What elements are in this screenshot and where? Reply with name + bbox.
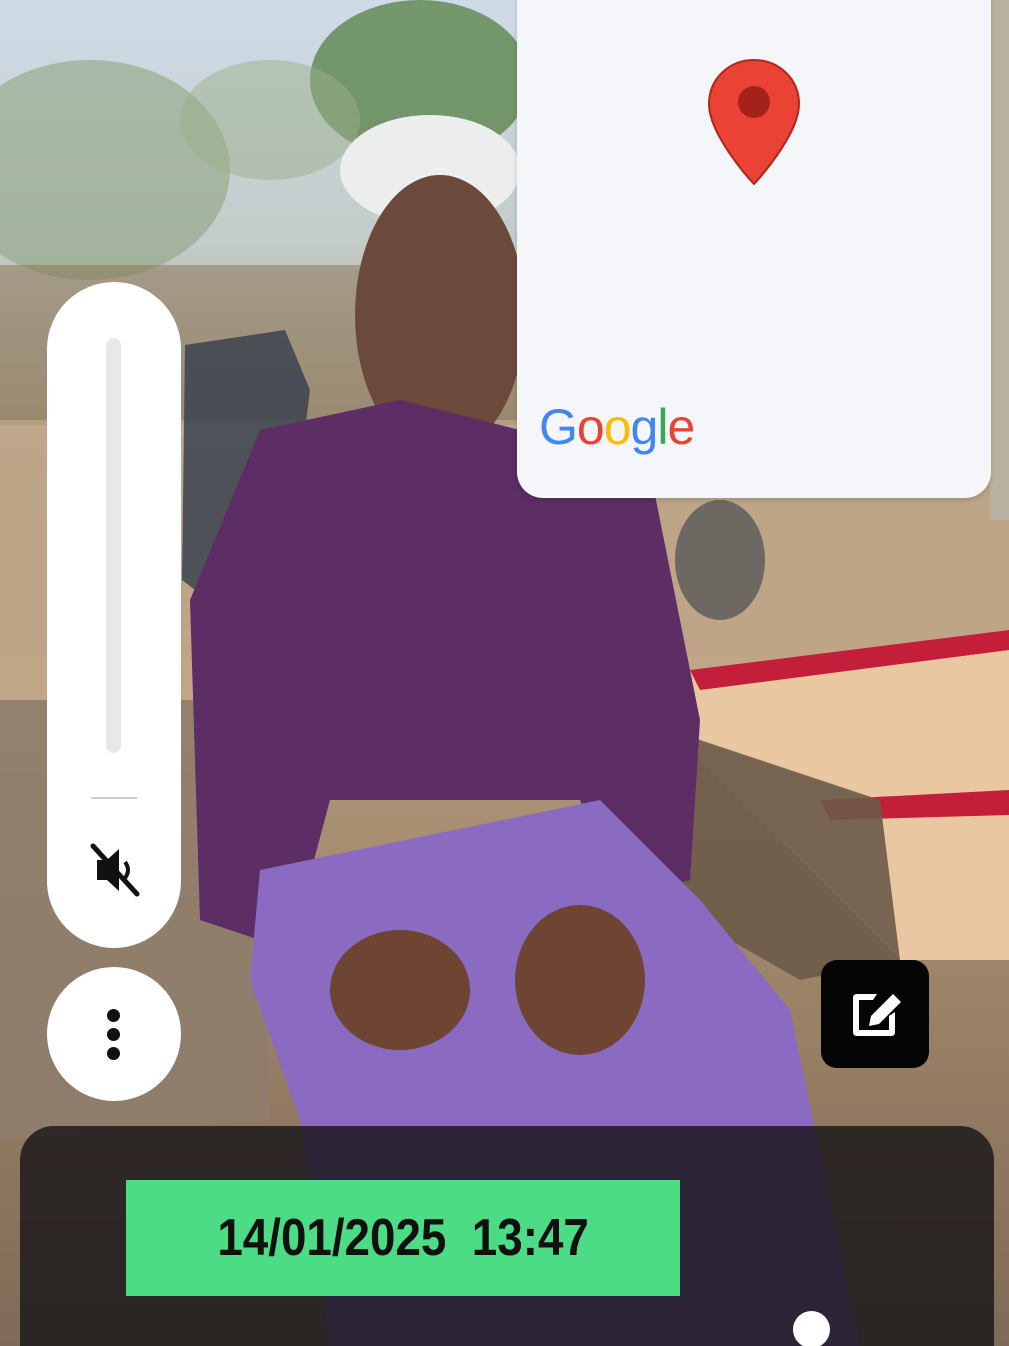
volume-slider-panel bbox=[47, 282, 181, 948]
volume-slider-track[interactable] bbox=[106, 338, 121, 753]
volume-divider bbox=[91, 797, 137, 799]
timestamp-time: 13:47 bbox=[471, 1209, 589, 1267]
timestamp-badge: 14/01/2025 13:47 bbox=[126, 1180, 680, 1296]
google-logo: Google bbox=[539, 399, 695, 455]
timestamp-text: 14/01/2025 13:47 bbox=[217, 1208, 589, 1268]
edit-icon bbox=[853, 994, 901, 1036]
more-options-button[interactable] bbox=[47, 967, 181, 1101]
map-pin-icon bbox=[707, 58, 801, 186]
page-indicator-dot bbox=[793, 1311, 830, 1346]
edit-button[interactable] bbox=[821, 960, 929, 1068]
volume-mute-icon[interactable] bbox=[89, 842, 141, 898]
bottom-info-panel: 14/01/2025 13:47 bbox=[20, 1126, 994, 1346]
timestamp-date: 14/01/2025 bbox=[217, 1209, 447, 1267]
camera-preview-screen: Google 14/01/2025 13:47 bbox=[0, 0, 1009, 1346]
map-card[interactable]: Google bbox=[517, 0, 991, 498]
